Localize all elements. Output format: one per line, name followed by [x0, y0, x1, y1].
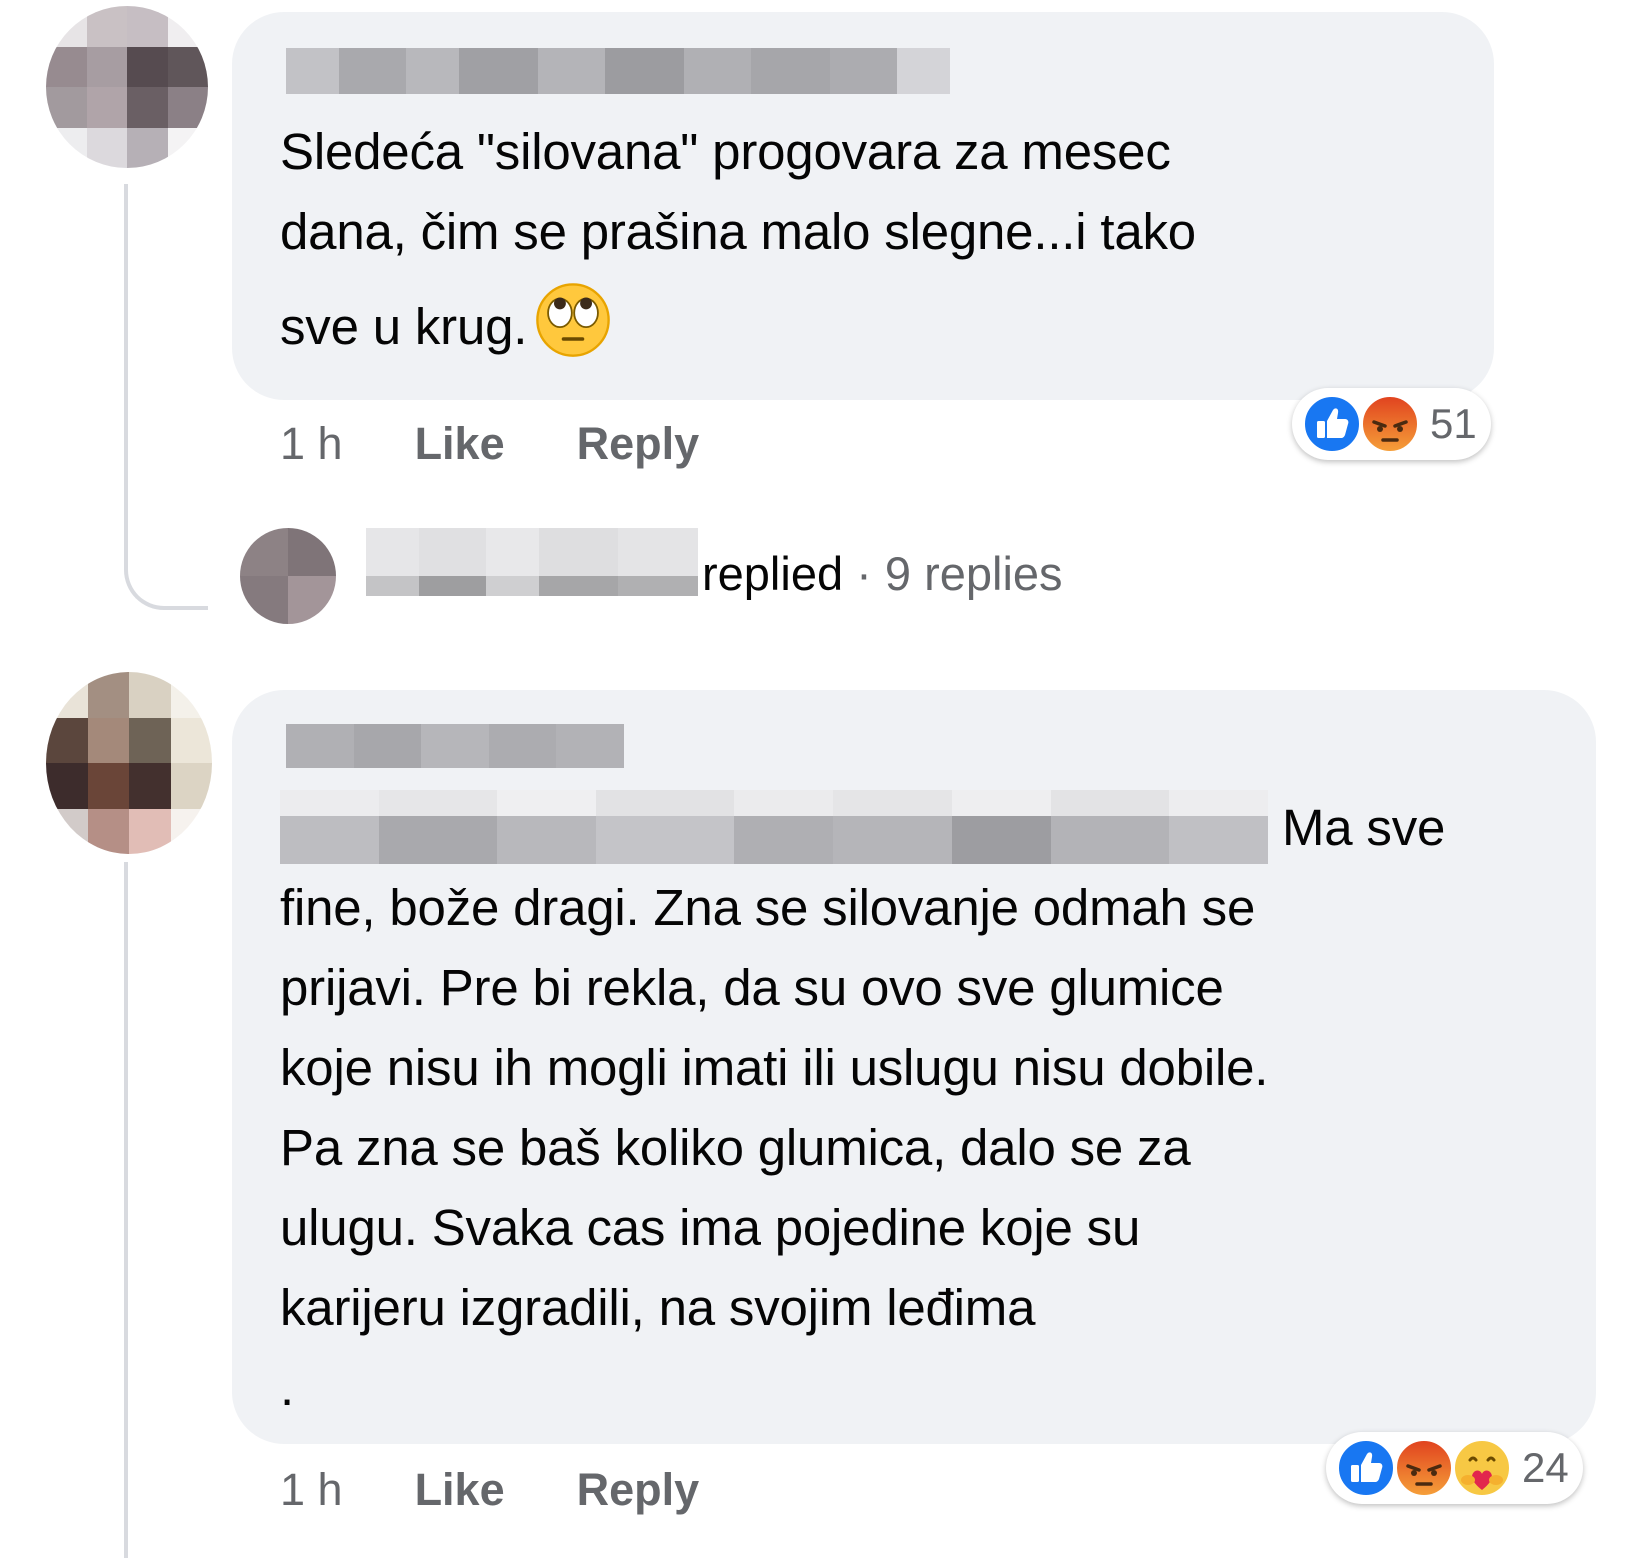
replier-name-redacted[interactable]	[366, 528, 698, 596]
reply-button[interactable]: Reply	[577, 1464, 700, 1516]
angry-reaction-icon	[1393, 1437, 1455, 1499]
reaction-count: 24	[1522, 1444, 1569, 1491]
thread-connector-1	[124, 184, 128, 554]
avatar[interactable]	[46, 672, 212, 854]
like-button[interactable]: Like	[415, 418, 505, 470]
reply-avatar[interactable]	[240, 528, 336, 624]
comment-text: Sledeća "silovana" progovara za mesec da…	[280, 112, 1460, 367]
like-reaction-icon	[1301, 393, 1363, 455]
face-with-rolling-eyes-icon	[536, 283, 611, 357]
view-replies-link[interactable]: replied · 9 replies	[702, 546, 1063, 601]
reaction-count: 51	[1430, 400, 1477, 447]
like-reaction-icon	[1335, 1437, 1397, 1499]
timestamp[interactable]: 1 h	[280, 418, 343, 470]
thread-connector-1-curve	[124, 554, 208, 610]
care-reaction-icon	[1451, 1437, 1513, 1499]
avatar[interactable]	[46, 6, 208, 168]
comment-actions: 1 h Like Reply	[280, 1464, 699, 1516]
comment-text: Ma sve fine, bože dragi. Zna se silovanj…	[280, 799, 1446, 1416]
angry-reaction-icon	[1359, 393, 1421, 455]
like-button[interactable]: Like	[415, 1464, 505, 1516]
thread-connector-2	[124, 862, 128, 1558]
reaction-summary[interactable]: 51	[1292, 388, 1491, 460]
comment-actions: 1 h Like Reply	[280, 418, 699, 470]
author-name-redacted[interactable]	[286, 724, 624, 768]
reaction-summary[interactable]: 24	[1326, 1432, 1583, 1504]
timestamp[interactable]: 1 h	[280, 1464, 343, 1516]
reply-button[interactable]: Reply	[577, 418, 700, 470]
author-name-redacted[interactable]	[286, 48, 950, 94]
